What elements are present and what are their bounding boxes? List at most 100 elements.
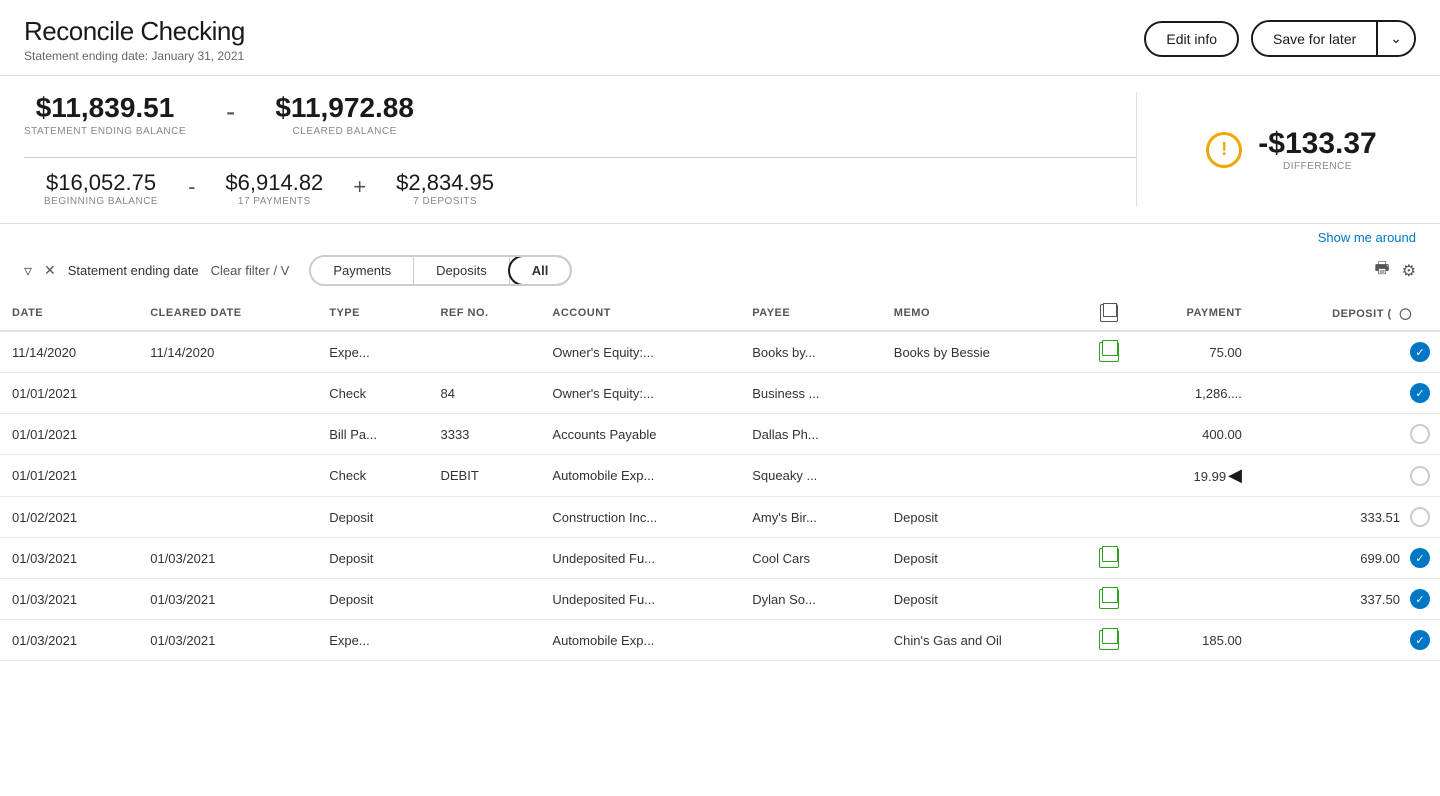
save-chevron-button[interactable]: ⌄ — [1378, 22, 1414, 55]
page-title: Reconcile Checking — [24, 16, 245, 47]
cell-cleared-date: 01/03/2021 — [138, 620, 317, 661]
table-row[interactable]: 11/14/2020 11/14/2020 Expe... Owner's Eq… — [0, 331, 1440, 373]
cell-deposit: ✓ — [1254, 331, 1440, 373]
col-deposit: DEPOSIT ( ◯ — [1254, 296, 1440, 331]
check-circle-icon[interactable]: ✓ — [1410, 548, 1430, 568]
payments-block: $6,914.82 17 PAYMENTS — [225, 170, 323, 207]
cell-deposit: 333.51 — [1254, 497, 1440, 538]
summary-right: ! -$133.37 DIFFERENCE — [1136, 92, 1416, 207]
cell-payee: Amy's Bir... — [740, 497, 882, 538]
cell-cleared-date: 01/03/2021 — [138, 538, 317, 579]
edit-info-button[interactable]: Edit info — [1144, 21, 1239, 57]
cell-memo — [882, 373, 1087, 414]
cell-payment: 400.00 — [1131, 414, 1254, 455]
cell-cleared-date — [138, 455, 317, 497]
cell-deposit: ✓ — [1254, 620, 1440, 661]
cell-date: 11/14/2020 — [0, 331, 138, 373]
difference-label: DIFFERENCE — [1258, 161, 1376, 172]
cell-account: Accounts Payable — [540, 414, 740, 455]
tab-all[interactable]: All — [508, 255, 573, 286]
copy-icon[interactable] — [1099, 630, 1119, 650]
difference-amount: -$133.37 — [1258, 127, 1376, 161]
settings-icon[interactable]: ⚙ — [1402, 261, 1416, 281]
table-row[interactable]: 01/01/2021 Check DEBIT Automobile Exp...… — [0, 455, 1440, 497]
cell-payee: Dylan So... — [740, 579, 882, 620]
col-payee: PAYEE — [740, 296, 882, 331]
statement-ending-balance-block: $11,839.51 STATEMENT ENDING BALANCE — [24, 92, 186, 137]
summary-row2: $16,052.75 BEGINNING BALANCE - $6,914.82… — [24, 166, 1136, 207]
empty-circle-icon[interactable] — [1410, 507, 1430, 527]
cell-cleared-date: 11/14/2020 — [138, 331, 317, 373]
col-memo: MEMO — [882, 296, 1087, 331]
table-row[interactable]: 01/01/2021 Check 84 Owner's Equity:... B… — [0, 373, 1440, 414]
summary-section: $11,839.51 STATEMENT ENDING BALANCE - $1… — [0, 76, 1440, 224]
summary-row1: $11,839.51 STATEMENT ENDING BALANCE - $1… — [24, 92, 1136, 149]
tab-payments[interactable]: Payments — [311, 257, 414, 284]
col-copy-header — [1087, 296, 1131, 331]
deposits-block: $2,834.95 7 DEPOSITS — [396, 170, 494, 207]
table-row[interactable]: 01/02/2021 Deposit Construction Inc... A… — [0, 497, 1440, 538]
save-for-later-group: Save for later ⌄ — [1251, 20, 1416, 57]
table-row[interactable]: 01/03/2021 01/03/2021 Expe... Automobile… — [0, 620, 1440, 661]
cell-account: Construction Inc... — [540, 497, 740, 538]
table-row[interactable]: 01/03/2021 01/03/2021 Deposit Undeposite… — [0, 579, 1440, 620]
cell-type: Expe... — [317, 620, 428, 661]
copy-icon[interactable] — [1099, 342, 1119, 362]
check-circle-icon[interactable]: ✓ — [1410, 630, 1430, 650]
toolbar: ▿ ✕ Statement ending date Clear filter /… — [0, 245, 1440, 296]
cell-ref-no — [428, 497, 540, 538]
tab-deposits[interactable]: Deposits — [414, 257, 510, 284]
cell-payee: Books by... — [740, 331, 882, 373]
cell-deposit — [1254, 414, 1440, 455]
cell-deposit: ✓ — [1254, 373, 1440, 414]
copy-icon[interactable] — [1099, 548, 1119, 568]
cell-ref-no — [428, 579, 540, 620]
check-circle-icon[interactable]: ✓ — [1410, 383, 1430, 403]
cell-date: 01/03/2021 — [0, 620, 138, 661]
cell-date: 01/01/2021 — [0, 373, 138, 414]
cleared-balance-block: $11,972.88 CLEARED BALANCE — [275, 92, 414, 137]
empty-circle-icon[interactable] — [1410, 466, 1430, 486]
cell-payee: Business ... — [740, 373, 882, 414]
clear-filter-link[interactable]: Clear filter / V — [211, 263, 290, 278]
cell-account: Undeposited Fu... — [540, 538, 740, 579]
cell-ref-no: 3333 — [428, 414, 540, 455]
cell-copy-icon — [1087, 414, 1131, 455]
cell-payment: 19.99◀ — [1131, 455, 1254, 497]
cell-copy-icon — [1087, 579, 1131, 620]
save-for-later-button[interactable]: Save for later — [1253, 22, 1378, 55]
cell-payment — [1131, 579, 1254, 620]
print-icon[interactable]: 🖶 — [1375, 257, 1390, 284]
operator-minus1: - — [226, 92, 235, 128]
cell-type: Deposit — [317, 538, 428, 579]
payments-label: 17 PAYMENTS — [225, 196, 323, 207]
cell-account: Owner's Equity:... — [540, 331, 740, 373]
cell-payee: Cool Cars — [740, 538, 882, 579]
payments-amount: $6,914.82 — [225, 170, 323, 196]
beginning-balance-amount: $16,052.75 — [44, 170, 158, 196]
col-payment: PAYMENT — [1131, 296, 1254, 331]
clear-filter-x-icon[interactable]: ✕ — [44, 262, 56, 279]
deposit-amount: 337.50 — [1360, 592, 1400, 607]
cell-cleared-date — [138, 373, 317, 414]
col-type: TYPE — [317, 296, 428, 331]
cell-copy-icon — [1087, 497, 1131, 538]
filter-icon[interactable]: ▿ — [24, 261, 32, 281]
check-circle-icon[interactable]: ✓ — [1410, 589, 1430, 609]
cell-memo — [882, 455, 1087, 497]
page-subtitle: Statement ending date: January 31, 2021 — [24, 49, 245, 63]
empty-circle-icon[interactable] — [1410, 424, 1430, 444]
show-me-around-link[interactable]: Show me around — [0, 224, 1440, 245]
cell-payment: 1,286.... — [1131, 373, 1254, 414]
cell-memo: Deposit — [882, 538, 1087, 579]
cell-payee: Squeaky ... — [740, 455, 882, 497]
cell-type: Expe... — [317, 331, 428, 373]
copy-icon[interactable] — [1099, 589, 1119, 609]
deposits-label: 7 DEPOSITS — [396, 196, 494, 207]
check-circle-icon[interactable]: ✓ — [1410, 342, 1430, 362]
cell-ref-no — [428, 538, 540, 579]
beginning-balance-block: $16,052.75 BEGINNING BALANCE — [44, 170, 158, 207]
cell-deposit: 699.00 ✓ — [1254, 538, 1440, 579]
table-row[interactable]: 01/01/2021 Bill Pa... 3333 Accounts Paya… — [0, 414, 1440, 455]
table-row[interactable]: 01/03/2021 01/03/2021 Deposit Undeposite… — [0, 538, 1440, 579]
